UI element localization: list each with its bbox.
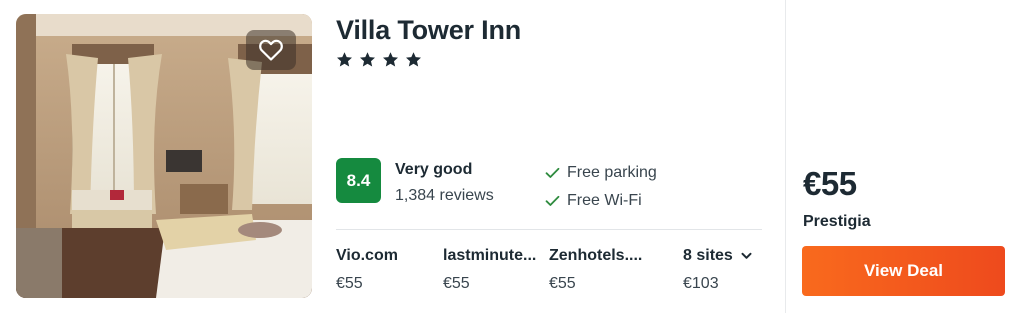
amenity-label: Free parking: [567, 164, 657, 181]
site-name[interactable]: lastminute...: [443, 247, 543, 265]
check-icon: [545, 167, 560, 178]
deal-price: €55: [803, 165, 857, 202]
star-icon: [383, 52, 398, 67]
star-icon: [337, 52, 352, 67]
rating-label: Very good: [395, 161, 473, 178]
review-count[interactable]: 1,384 reviews: [395, 187, 494, 205]
deal-provider: Prestigia: [803, 213, 871, 230]
amenity-free-wifi: Free Wi-Fi: [545, 192, 642, 210]
star-icon: [360, 52, 375, 67]
amenity-free-parking: Free parking: [545, 164, 657, 182]
star-rating: [336, 51, 422, 68]
check-icon: [545, 195, 560, 206]
section-divider: [336, 229, 762, 230]
star-icon: [406, 52, 421, 67]
site-name[interactable]: Zenhotels....: [549, 247, 649, 265]
site-offer-vio[interactable]: Vio.com €55: [336, 247, 436, 293]
site-price: €55: [443, 275, 470, 292]
amenity-label: Free Wi-Fi: [567, 192, 642, 209]
more-sites-dropdown[interactable]: 8 sites €103: [683, 247, 763, 293]
hotel-name[interactable]: Villa Tower Inn: [336, 15, 521, 46]
more-sites-price: €103: [683, 275, 719, 292]
site-price: €55: [336, 275, 363, 292]
favorite-button[interactable]: [246, 30, 296, 70]
column-divider: [785, 0, 786, 313]
hotel-result-card: Villa Tower Inn 8.4 Very good 1,384 revi…: [0, 0, 1024, 313]
view-deal-button[interactable]: View Deal: [802, 246, 1005, 296]
rating-score-badge: 8.4: [336, 158, 381, 203]
more-sites-label: 8 sites: [683, 247, 733, 264]
site-price: €55: [549, 275, 576, 292]
site-name[interactable]: Vio.com: [336, 247, 436, 265]
site-offer-zenhotels[interactable]: Zenhotels.... €55: [549, 247, 649, 293]
chevron-down-icon: [741, 252, 752, 259]
more-sites-toggle[interactable]: 8 sites: [683, 247, 763, 265]
site-offer-lastminute[interactable]: lastminute... €55: [443, 247, 543, 293]
heart-icon: [259, 39, 283, 61]
